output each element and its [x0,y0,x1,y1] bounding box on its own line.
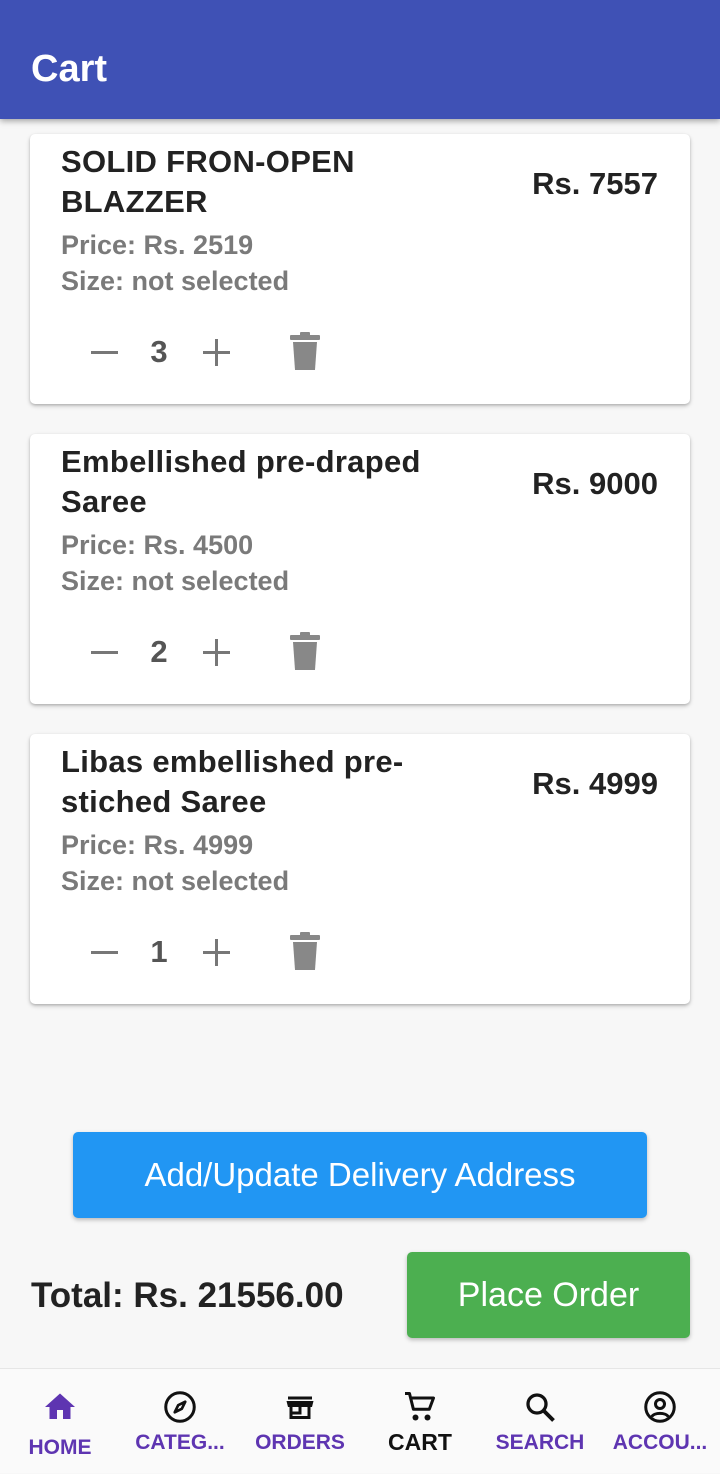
order-total: Total: Rs. 21556.00 [31,1276,344,1315]
quantity-value: 1 [150,934,168,969]
search-icon [526,1393,555,1422]
nav-item-orders[interactable]: ORDERS [240,1369,360,1474]
product-name: Libas embellished pre-stiched Saree [61,744,404,819]
cart-item-card: Embellished pre-draped Saree Rs. 9000 Pr… [30,434,690,704]
nav-label: ORDERS [255,1431,345,1454]
delete-icon[interactable] [290,632,320,670]
quantity-stepper: 1 [88,930,328,974]
product-name: Embellished pre-draped Saree [61,444,421,519]
decrease-quantity-button[interactable] [88,630,122,674]
add-update-address-button[interactable]: Add/Update Delivery Address [73,1132,647,1218]
nav-label: CART [388,1429,452,1455]
size-info: Size: not selected [61,566,290,596]
nav-label: HOME [28,1436,92,1459]
size-info: Size: not selected [61,866,290,896]
unit-price: Price: Rs. 2519 [61,230,254,260]
cart-icon [405,1392,435,1421]
bottom-navigation: HOME CATEG... ORDERS CART SEARCH ACCOU..… [0,1368,720,1473]
cart-item-card: Libas embellished pre-stiched Saree Rs. … [30,734,690,1004]
store-icon [286,1396,314,1419]
nav-label: CATEG... [135,1431,225,1454]
nav-item-categories[interactable]: CATEG... [120,1369,240,1474]
item-subtotal: Rs. 7557 [532,166,658,201]
app-bar: Cart [0,0,720,119]
nav-label: SEARCH [495,1431,585,1454]
delete-icon[interactable] [290,932,320,970]
nav-item-home[interactable]: HOME [0,1369,120,1474]
product-name: SOLID FRON-OPEN BLAZZER [61,144,355,219]
increase-quantity-button[interactable] [200,930,234,974]
quantity-stepper: 2 [88,630,328,674]
increase-quantity-button[interactable] [200,330,234,374]
nav-label: ACCOU... [612,1431,708,1454]
quantity-value: 3 [150,334,168,369]
unit-price: Price: Rs. 4500 [61,530,254,560]
increase-quantity-button[interactable] [200,630,234,674]
nav-item-search[interactable]: SEARCH [480,1369,600,1474]
size-info: Size: not selected [61,266,290,296]
quantity-stepper: 3 [88,330,328,374]
decrease-quantity-button[interactable] [88,930,122,974]
nav-item-cart[interactable]: CART [360,1369,480,1474]
page-title: Cart [31,48,108,90]
item-subtotal: Rs. 9000 [532,466,658,501]
decrease-quantity-button[interactable] [88,330,122,374]
nav-item-account[interactable]: ACCOU... [600,1369,720,1474]
place-order-button[interactable]: Place Order [407,1252,690,1338]
item-subtotal: Rs. 4999 [532,766,658,801]
account-circle-icon [644,1391,676,1423]
quantity-value: 2 [150,634,168,669]
unit-price: Price: Rs. 4999 [61,830,254,860]
home-icon [45,1393,75,1419]
cart-item-card: SOLID FRON-OPEN BLAZZER Rs. 7557 Price: … [30,134,690,404]
compass-icon [164,1391,196,1423]
delete-icon[interactable] [290,332,320,370]
